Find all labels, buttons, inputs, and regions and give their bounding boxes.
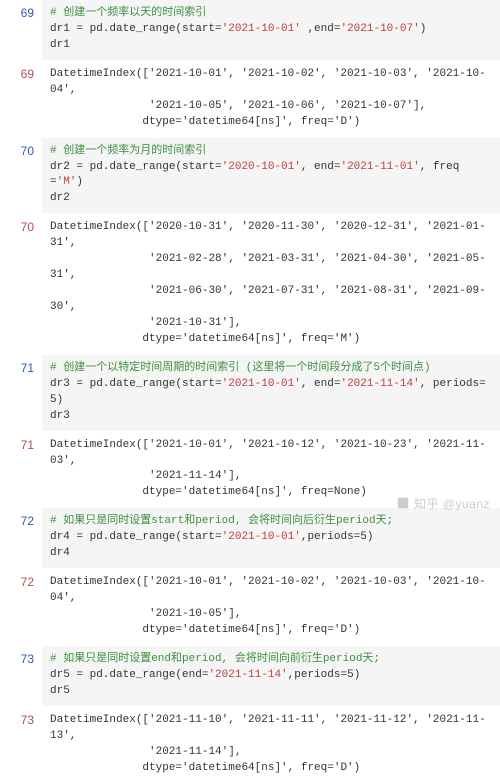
code-line: DatetimeIndex(['2020-10-31', '2020-11-30… (50, 220, 492, 252)
code-line: dtype='datetime64[ns]', freq='D') (50, 623, 492, 639)
code-line: dr1 (50, 38, 492, 54)
code-line: '2021-06-30', '2021-07-31', '2021-08-31'… (50, 284, 492, 316)
prompt-number: 69 (0, 61, 42, 137)
code-line: dtype='datetime64[ns]', freq='D') (50, 761, 492, 777)
code-line: dr4 = pd.date_range(start='2021-10-01',p… (50, 530, 492, 546)
zhihu-icon (396, 496, 410, 513)
code-input[interactable]: # 创建一个频率为月的时间索引dr2 = pd.date_range(start… (42, 138, 500, 214)
code-output: DatetimeIndex(['2021-10-01', '2021-10-02… (42, 61, 500, 137)
code-line: dr4 (50, 546, 492, 562)
output-cell: 72DatetimeIndex(['2021-10-01', '2021-10-… (0, 569, 500, 646)
output-cell: 70DatetimeIndex(['2020-10-31', '2020-11-… (0, 214, 500, 355)
code-line: dr1 = pd.date_range(start='2021-10-01' ,… (50, 22, 492, 38)
code-line: DatetimeIndex(['2021-10-01', '2021-10-02… (50, 575, 492, 607)
watermark: 知乎 @yuanz (396, 495, 490, 513)
code-cell: 71# 创建一个以特定时间周期的时间索引 (这里将一个时间段分成了5个时间点)d… (0, 355, 500, 432)
code-line: dr2 = pd.date_range(start='2020-10-01', … (50, 160, 492, 192)
code-cell: 72# 如果只是同时设置start和period, 会将时间向后衍生period… (0, 508, 500, 569)
code-line: dtype='datetime64[ns]', freq='M') (50, 332, 492, 348)
prompt-number: 73 (0, 707, 42, 783)
code-output: DatetimeIndex(['2020-10-31', '2020-11-30… (42, 214, 500, 354)
code-line: dr3 (50, 409, 492, 425)
notebook-container: 69# 创建一个频率以天的时间索引dr1 = pd.date_range(sta… (0, 0, 500, 783)
code-line: # 如果只是同时设置start和period, 会将时间向后衍生period天; (50, 514, 492, 530)
code-line: '2021-10-05', '2021-10-06', '2021-10-07'… (50, 99, 492, 115)
code-line: DatetimeIndex(['2021-10-01', '2021-10-02… (50, 67, 492, 99)
code-line: DatetimeIndex(['2021-11-10', '2021-11-11… (50, 713, 492, 745)
watermark-text: 知乎 @yuanz (414, 497, 490, 511)
prompt-number: 72 (0, 569, 42, 645)
code-line: dr3 = pd.date_range(start='2021-10-01', … (50, 377, 492, 409)
prompt-number: 71 (0, 355, 42, 431)
code-line: dr2 (50, 191, 492, 207)
prompt-number: 69 (0, 0, 42, 60)
code-line: '2021-11-14'], (50, 745, 492, 761)
code-input[interactable]: # 创建一个以特定时间周期的时间索引 (这里将一个时间段分成了5个时间点)dr3… (42, 355, 500, 431)
prompt-number: 73 (0, 646, 42, 706)
code-line: # 创建一个频率以天的时间索引 (50, 6, 492, 22)
code-line: # 创建一个以特定时间周期的时间索引 (这里将一个时间段分成了5个时间点) (50, 361, 492, 377)
code-output: DatetimeIndex(['2021-10-01', '2021-10-02… (42, 569, 500, 645)
code-line: # 创建一个频率为月的时间索引 (50, 144, 492, 160)
code-line: '2021-10-05'], (50, 607, 492, 623)
code-input[interactable]: # 如果只是同时设置end和period, 会将时间向前衍生period天;dr… (42, 646, 500, 706)
code-line: '2021-02-28', '2021-03-31', '2021-04-30'… (50, 252, 492, 284)
code-cell: 69# 创建一个频率以天的时间索引dr1 = pd.date_range(sta… (0, 0, 500, 61)
prompt-number: 72 (0, 508, 42, 568)
code-line: '2021-11-14'], (50, 469, 492, 485)
code-input[interactable]: # 创建一个频率以天的时间索引dr1 = pd.date_range(start… (42, 0, 500, 60)
code-line: dtype='datetime64[ns]', freq='D') (50, 115, 492, 131)
code-cell: 70# 创建一个频率为月的时间索引dr2 = pd.date_range(sta… (0, 138, 500, 215)
code-line: '2021-10-31'], (50, 316, 492, 332)
output-cell: 73DatetimeIndex(['2021-11-10', '2021-11-… (0, 707, 500, 783)
code-line: dr5 (50, 684, 492, 700)
code-line: dr5 = pd.date_range(end='2021-11-14',per… (50, 668, 492, 684)
code-output: DatetimeIndex(['2021-11-10', '2021-11-11… (42, 707, 500, 783)
prompt-number: 70 (0, 138, 42, 214)
code-line: # 如果只是同时设置end和period, 会将时间向前衍生period天; (50, 652, 492, 668)
prompt-number: 70 (0, 214, 42, 354)
prompt-number: 71 (0, 432, 42, 508)
output-cell: 69DatetimeIndex(['2021-10-01', '2021-10-… (0, 61, 500, 138)
code-input[interactable]: # 如果只是同时设置start和period, 会将时间向后衍生period天;… (42, 508, 500, 568)
code-cell: 73# 如果只是同时设置end和period, 会将时间向前衍生period天;… (0, 646, 500, 707)
code-line: DatetimeIndex(['2021-10-01', '2021-10-12… (50, 438, 492, 470)
